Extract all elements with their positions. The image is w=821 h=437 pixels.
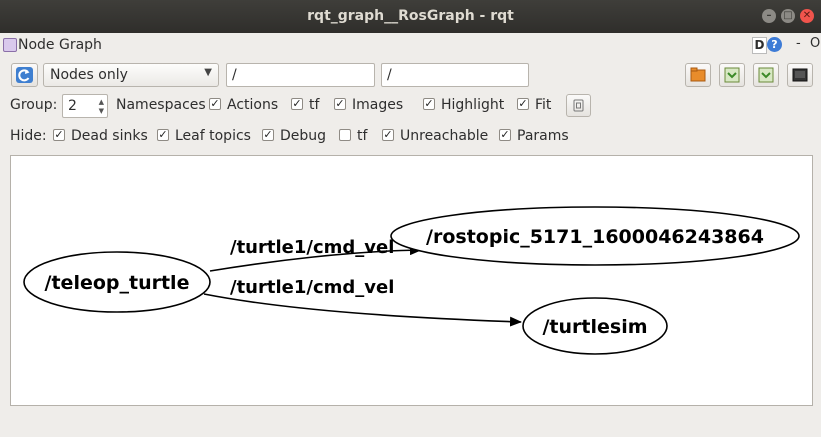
tf-label: tf <box>309 97 320 113</box>
refresh-icon <box>16 67 33 83</box>
fit-view-button[interactable] <box>566 94 591 117</box>
plugin-title: Node Graph <box>18 37 102 53</box>
images-label: Images <box>352 97 404 113</box>
edge-label: /turtle1/cmd_vel <box>230 237 394 258</box>
fit-view-icon <box>573 99 584 112</box>
plugin-header: Node Graph D ? - O <box>0 34 821 56</box>
highlight-label: Highlight <box>441 97 505 113</box>
open-folder-icon <box>690 67 706 82</box>
hide-tf-label: tf <box>357 128 368 144</box>
chevron-down-icon: ▼ <box>204 67 212 78</box>
exclude-filter-input[interactable]: / <box>381 63 529 87</box>
save-svg-button[interactable] <box>753 63 779 87</box>
maximize-button[interactable]: □ <box>781 9 795 23</box>
node-label: /rostopic_5171_1600046243864 <box>426 226 764 248</box>
load-dot-button[interactable] <box>685 63 711 87</box>
save-image-button[interactable] <box>787 63 813 87</box>
group-label: Group: <box>10 97 58 113</box>
tf-checkbox[interactable]: ✓ <box>291 98 303 110</box>
unreachable-label: Unreachable <box>400 128 489 144</box>
group-value: 2 <box>68 98 77 114</box>
debug-dock-button[interactable]: D <box>752 37 767 54</box>
edge-label: /turtle1/cmd_vel <box>230 277 394 298</box>
save-dot-button[interactable] <box>719 63 745 87</box>
dead-sinks-label: Dead sinks <box>71 128 148 144</box>
fit-label: Fit <box>535 97 552 113</box>
screen-icon <box>792 68 808 82</box>
dead-sinks-checkbox[interactable]: ✓ <box>53 129 65 141</box>
graph-svg: /turtle1/cmd_vel /turtle1/cmd_vel /teleo… <box>23 206 800 355</box>
spin-down-icon[interactable]: ▼ <box>99 107 104 115</box>
options-row: Group: 2 ▲ ▼ Namespaces ✓ Actions ✓ tf ✓… <box>0 94 821 118</box>
help-icon[interactable]: ? <box>767 37 782 52</box>
group-spinbox[interactable]: 2 ▲ ▼ <box>62 94 108 118</box>
images-checkbox[interactable]: ✓ <box>334 98 346 110</box>
highlight-checkbox[interactable]: ✓ <box>423 98 435 110</box>
spin-up-icon[interactable]: ▲ <box>99 98 104 106</box>
params-checkbox[interactable]: ✓ <box>499 129 511 141</box>
fit-checkbox[interactable]: ✓ <box>517 98 529 110</box>
filter-mode-value: Nodes only <box>50 67 128 83</box>
hide-row: Hide: ✓ Dead sinks ✓ Leaf topics ✓ Debug… <box>0 125 821 149</box>
debug-checkbox[interactable]: ✓ <box>262 129 274 141</box>
window-titlebar: rqt_graph__RosGraph - rqt – □ ✕ <box>0 0 821 33</box>
save-dot-icon <box>724 67 740 83</box>
close-button[interactable]: ✕ <box>800 9 814 23</box>
leaf-topics-checkbox[interactable]: ✓ <box>157 129 169 141</box>
hide-tf-checkbox[interactable] <box>339 129 351 141</box>
graph-canvas[interactable]: /turtle1/cmd_vel /turtle1/cmd_vel /teleo… <box>10 155 813 406</box>
refresh-button[interactable] <box>11 63 38 87</box>
minimize-button[interactable]: – <box>762 9 776 23</box>
params-label: Params <box>517 128 569 144</box>
node-label: /turtlesim <box>542 316 647 338</box>
include-filter-input[interactable]: / <box>226 63 375 87</box>
plugin-float-button[interactable]: O <box>810 36 820 51</box>
save-svg-icon <box>758 67 774 83</box>
actions-label: Actions <box>227 97 279 113</box>
namespaces-label: Namespaces <box>116 97 206 113</box>
leaf-topics-label: Leaf topics <box>175 128 251 144</box>
filter-mode-select[interactable]: Nodes only ▼ <box>43 63 219 87</box>
node-label: /teleop_turtle <box>45 272 190 294</box>
hide-label: Hide: <box>10 128 47 144</box>
plugin-icon <box>3 38 17 52</box>
unreachable-checkbox[interactable]: ✓ <box>382 129 394 141</box>
debug-label: Debug <box>280 128 327 144</box>
graph-edge[interactable] <box>203 293 522 327</box>
window-title: rqt_graph__RosGraph - rqt <box>307 8 514 24</box>
actions-checkbox[interactable]: ✓ <box>209 98 221 110</box>
plugin-minimize-button[interactable]: - <box>796 36 801 51</box>
